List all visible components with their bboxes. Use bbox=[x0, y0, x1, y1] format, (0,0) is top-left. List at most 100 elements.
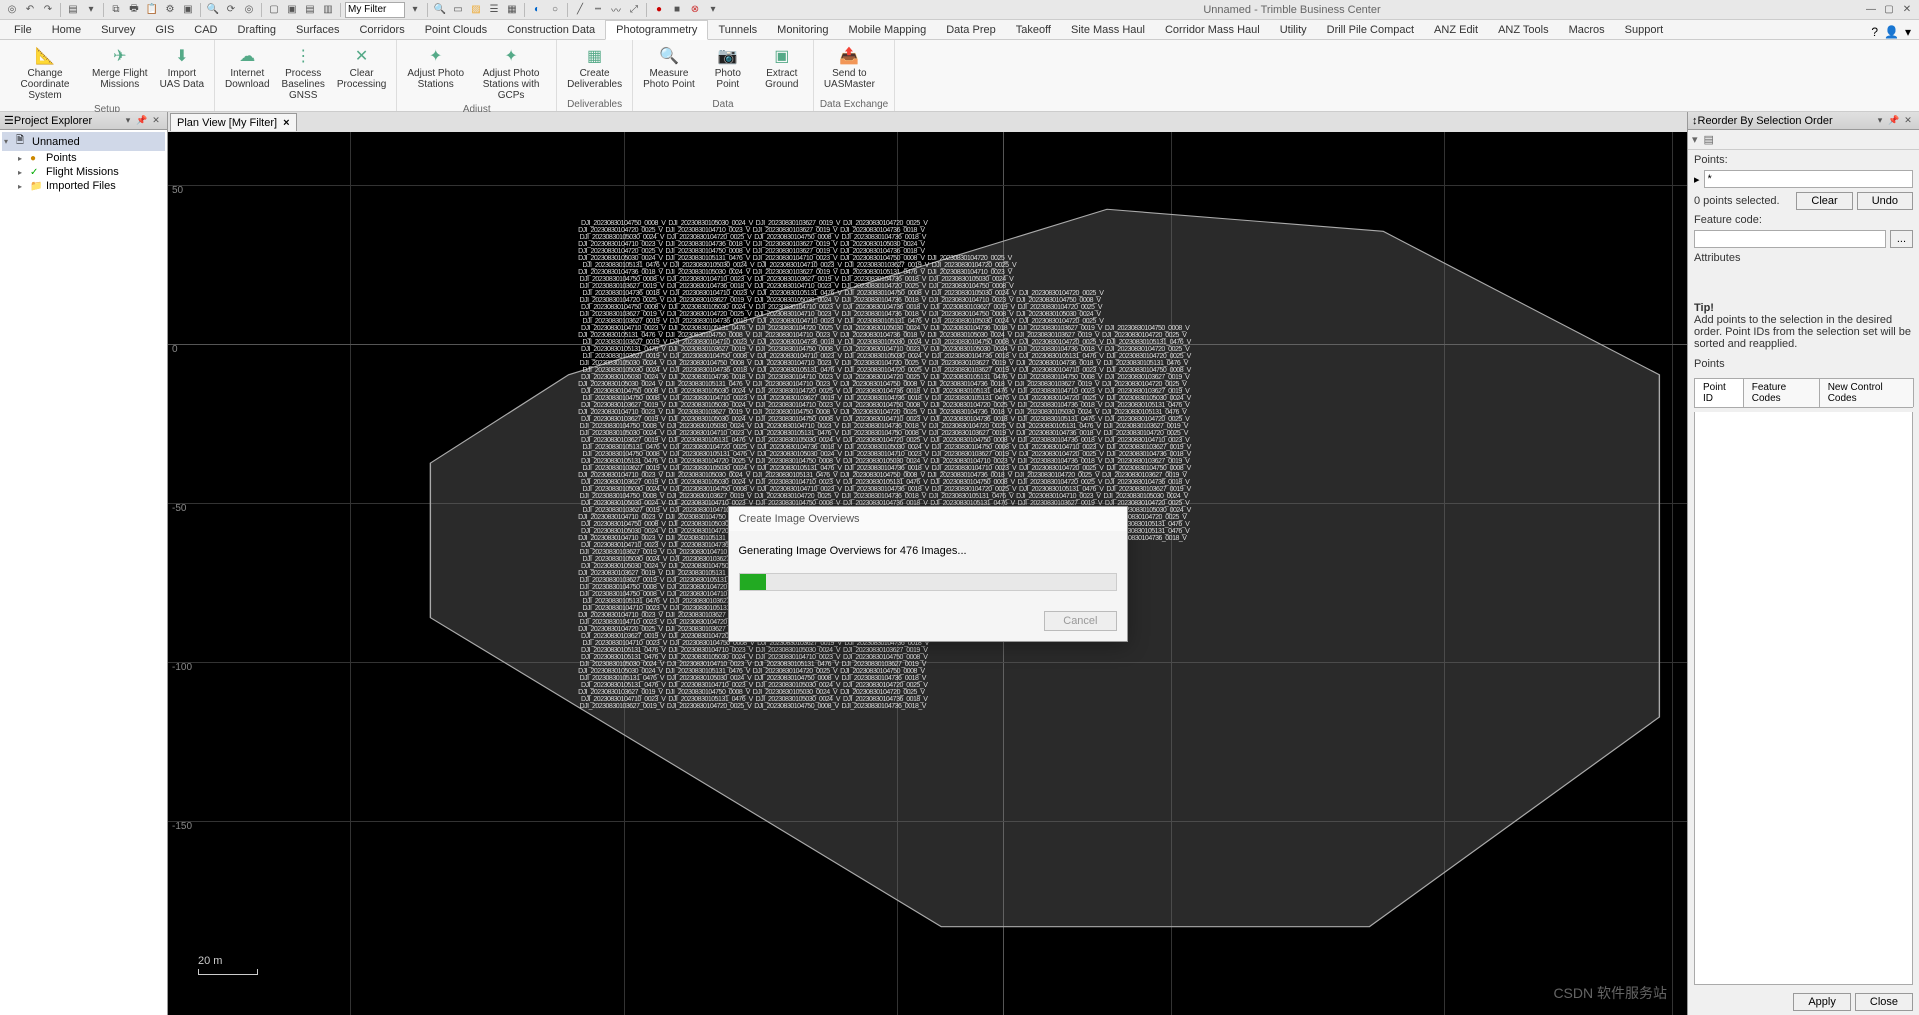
tab-macros[interactable]: Macros bbox=[1559, 21, 1615, 39]
grid-icon[interactable]: ▦ bbox=[504, 2, 520, 18]
tab-photogrammetry[interactable]: Photogrammetry bbox=[605, 20, 708, 40]
wave-icon[interactable]: 〰 bbox=[608, 2, 624, 18]
tab-cad[interactable]: CAD bbox=[184, 21, 227, 39]
filter-dropdown-icon[interactable]: ▾ bbox=[407, 2, 423, 18]
plan-view-tab[interactable]: Plan View [My Filter] × bbox=[170, 113, 297, 131]
clear-button[interactable]: Clear bbox=[1796, 192, 1852, 210]
view-dropdown-icon[interactable]: ▾ bbox=[83, 2, 99, 18]
line-icon[interactable]: ╱ bbox=[572, 2, 588, 18]
box1-icon[interactable]: ▢ bbox=[266, 2, 282, 18]
layers-icon[interactable]: ☰ bbox=[486, 2, 502, 18]
user-icon[interactable]: 👤 bbox=[1884, 25, 1899, 39]
close-button[interactable]: Close bbox=[1855, 993, 1913, 1011]
expand-icon[interactable]: ▸ bbox=[18, 168, 28, 177]
tab-home[interactable]: Home bbox=[42, 21, 91, 39]
circle2-icon[interactable]: ○ bbox=[547, 2, 563, 18]
tab-anz-edit[interactable]: ANZ Edit bbox=[1424, 21, 1488, 39]
dash-icon[interactable]: ┅ bbox=[590, 2, 606, 18]
extract-button[interactable]: ▣ExtractGround bbox=[757, 42, 807, 92]
print-icon[interactable]: 🖶 bbox=[126, 2, 142, 18]
dropdown-icon[interactable]: ▾ bbox=[121, 115, 135, 126]
merge-flight-button[interactable]: ✈Merge FlightMissions bbox=[88, 42, 152, 92]
clipboard-icon[interactable]: 📋 bbox=[144, 2, 160, 18]
tab-mobile-mapping[interactable]: Mobile Mapping bbox=[839, 21, 937, 39]
stop1-icon[interactable]: ■ bbox=[669, 2, 685, 18]
cancel-button[interactable]: Cancel bbox=[1044, 611, 1116, 631]
browse-button[interactable]: ... bbox=[1890, 230, 1913, 248]
photo-button[interactable]: 📷PhotoPoint bbox=[703, 42, 753, 92]
minimize-icon[interactable]: — bbox=[1863, 2, 1879, 18]
close-tab-icon[interactable]: × bbox=[283, 117, 289, 129]
plan-viewport[interactable]: 50 0 -50 -100 -150 DJI_20230830104750_00… bbox=[168, 132, 1687, 1015]
collapse-ribbon-icon[interactable]: ▾ bbox=[1905, 25, 1911, 39]
tab-utility[interactable]: Utility bbox=[1270, 21, 1317, 39]
create-button[interactable]: ▦CreateDeliverables bbox=[563, 42, 626, 92]
tab-construction-data[interactable]: Construction Data bbox=[497, 21, 605, 39]
close-icon[interactable]: ✕ bbox=[149, 115, 163, 126]
maximize-icon[interactable]: ▢ bbox=[1881, 2, 1897, 18]
box2-icon[interactable]: ▣ bbox=[284, 2, 300, 18]
filter-input[interactable] bbox=[345, 2, 405, 18]
target-icon[interactable]: ◎ bbox=[241, 2, 257, 18]
tab-drill-pile-compact[interactable]: Drill Pile Compact bbox=[1317, 21, 1424, 39]
tab-takeoff[interactable]: Takeoff bbox=[1006, 21, 1061, 39]
close-window-icon[interactable]: ✕ bbox=[1899, 2, 1915, 18]
refresh-icon[interactable]: ⟳ bbox=[223, 2, 239, 18]
change-coordinate-button[interactable]: 📐Change CoordinateSystem bbox=[6, 42, 84, 103]
close-icon[interactable]: ✕ bbox=[1901, 115, 1915, 126]
tab-drafting[interactable]: Drafting bbox=[228, 21, 287, 39]
clear-button[interactable]: ✕ClearProcessing bbox=[333, 42, 390, 92]
record-icon[interactable]: ● bbox=[651, 2, 667, 18]
tab-monitoring[interactable]: Monitoring bbox=[767, 21, 838, 39]
tab-point-id[interactable]: Point ID bbox=[1694, 378, 1744, 407]
tab-surfaces[interactable]: Surfaces bbox=[286, 21, 349, 39]
tree-item-points[interactable]: ▸ ● Points bbox=[2, 151, 165, 165]
tab-tunnels[interactable]: Tunnels bbox=[708, 21, 767, 39]
tree-item-flight-missions[interactable]: ▸ ✓ Flight Missions bbox=[2, 165, 165, 179]
adjust-photo-button[interactable]: ✦Adjust PhotoStations with GCPs bbox=[472, 42, 550, 103]
redo-icon[interactable]: ↷ bbox=[40, 2, 56, 18]
open-icon[interactable]: ▤ bbox=[65, 2, 81, 18]
pick-icon[interactable]: ▸ bbox=[1694, 173, 1700, 186]
copy-icon[interactable]: ⧉ bbox=[108, 2, 124, 18]
project-tree[interactable]: ▾ 🗎 Unnamed ▸ ● Points ▸ ✓ Flight Missio… bbox=[0, 130, 167, 1015]
collapse-icon[interactable]: ▾ bbox=[4, 137, 14, 146]
internet-button[interactable]: ☁InternetDownload bbox=[221, 42, 273, 92]
app-icon[interactable]: ◎ bbox=[4, 2, 20, 18]
points-input[interactable] bbox=[1704, 170, 1913, 188]
select-icon[interactable]: ▭ bbox=[450, 2, 466, 18]
zoom-extents-icon[interactable]: 🔍 bbox=[432, 2, 448, 18]
expand-icon[interactable]: ▸ bbox=[18, 154, 28, 163]
tab-new-control-codes[interactable]: New Control Codes bbox=[1819, 378, 1914, 407]
adjust-photo-button[interactable]: ✦Adjust PhotoStations bbox=[403, 42, 468, 92]
tab-file[interactable]: File bbox=[4, 21, 42, 39]
feature-code-input[interactable] bbox=[1694, 230, 1886, 248]
circle1-icon[interactable]: ◐ bbox=[529, 2, 545, 18]
tab-gis[interactable]: GIS bbox=[145, 21, 184, 39]
tab-data-prep[interactable]: Data Prep bbox=[936, 21, 1006, 39]
process-button[interactable]: ⋮ProcessBaselinesGNSS bbox=[278, 42, 329, 103]
tree-root[interactable]: ▾ 🗎 Unnamed bbox=[2, 132, 165, 151]
highlight-icon[interactable]: ▨ bbox=[468, 2, 484, 18]
tab-corridors[interactable]: Corridors bbox=[349, 21, 414, 39]
dropdown2-icon[interactable]: ▾ bbox=[705, 2, 721, 18]
options-icon[interactable]: ▤ bbox=[1704, 133, 1714, 146]
pin-icon[interactable]: 📌 bbox=[1887, 115, 1901, 126]
tab-feature-codes[interactable]: Feature Codes bbox=[1743, 378, 1820, 407]
stop2-icon[interactable]: ⊗ bbox=[687, 2, 703, 18]
pin-icon[interactable]: 📌 bbox=[135, 115, 149, 126]
measure-icon[interactable]: ⤢ bbox=[626, 2, 642, 18]
expand-icon[interactable]: ▸ bbox=[18, 182, 28, 191]
layer-icon[interactable]: ▣ bbox=[180, 2, 196, 18]
tab-support[interactable]: Support bbox=[1615, 21, 1674, 39]
tab-corridor-mass-haul[interactable]: Corridor Mass Haul bbox=[1155, 21, 1270, 39]
undo-button[interactable]: Undo bbox=[1857, 192, 1913, 210]
tab-anz-tools[interactable]: ANZ Tools bbox=[1488, 21, 1559, 39]
tab-site-mass-haul[interactable]: Site Mass Haul bbox=[1061, 21, 1155, 39]
box3-icon[interactable]: ▤ bbox=[302, 2, 318, 18]
tab-survey[interactable]: Survey bbox=[91, 21, 145, 39]
tree-item-imported-files[interactable]: ▸ 📁 Imported Files bbox=[2, 179, 165, 193]
import-button[interactable]: ⬇ImportUAS Data bbox=[156, 42, 208, 92]
dropdown-icon[interactable]: ▾ bbox=[1873, 115, 1887, 126]
gear-icon[interactable]: ⚙ bbox=[162, 2, 178, 18]
